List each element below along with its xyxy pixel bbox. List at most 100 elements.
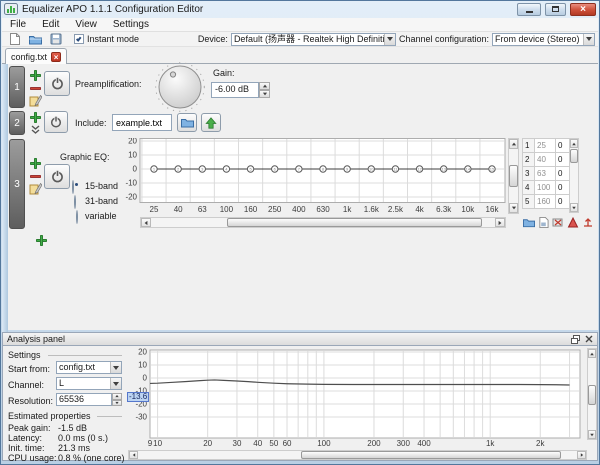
scroll-down-icon[interactable]	[588, 430, 596, 439]
radio-variable-label[interactable]: variable	[85, 211, 117, 221]
device-select[interactable]: Default (扬声器 - Realtek High Definition A…	[230, 32, 396, 46]
resolution-spinner[interactable]	[112, 393, 122, 406]
table-row: 1 25 0	[522, 138, 570, 153]
spin-down-icon[interactable]	[259, 90, 270, 98]
app-icon	[4, 3, 18, 15]
svg-text:10: 10	[138, 361, 147, 370]
include-label: Include:	[75, 118, 107, 128]
analysis-hscroll-thumb[interactable]	[301, 451, 561, 459]
row2-expand-icon[interactable]	[31, 125, 40, 134]
menu-edit[interactable]: Edit	[34, 19, 67, 30]
svg-text:30: 30	[233, 439, 242, 448]
svg-text:10: 10	[128, 151, 137, 160]
analysis-graph[interactable]: 20100-10-20-309 10 20 30 40 50 60 100 200 300 400 1…	[128, 347, 586, 449]
eq-band-table[interactable]: 1 25 0 2 40 0 3 63 0 4 100 0 5 160 0	[522, 138, 570, 209]
svg-text:0: 0	[133, 165, 138, 174]
row3-number[interactable]: 3	[9, 139, 25, 229]
scroll-down-icon[interactable]	[509, 203, 518, 213]
float-panel-icon[interactable]	[571, 334, 580, 344]
device-value: Default (扬声器 - Realtek High Definition A…	[233, 33, 384, 44]
eq-hscrollbar[interactable]	[140, 217, 506, 228]
invert-gains-button[interactable]	[552, 217, 564, 228]
tab-config-txt[interactable]: config.txt ×	[5, 48, 68, 64]
tab-close-button[interactable]: ×	[51, 51, 62, 62]
channel-select[interactable]: L	[56, 377, 122, 390]
menu-view[interactable]: View	[67, 19, 105, 30]
svg-text:12: 12	[417, 167, 422, 172]
row1-number[interactable]: 1	[9, 66, 25, 108]
scroll-up-icon[interactable]	[588, 349, 596, 358]
scroll-down-icon[interactable]	[570, 203, 578, 212]
maximize-button[interactable]	[545, 2, 566, 16]
table-vscrollbar[interactable]	[569, 138, 579, 213]
analysis-vscrollbar[interactable]	[587, 348, 597, 440]
svg-text:10: 10	[369, 167, 374, 172]
row3-power-button[interactable]	[44, 164, 70, 189]
save-file-button[interactable]	[47, 33, 65, 46]
normalize-gains-button[interactable]	[567, 217, 579, 228]
close-button[interactable]: ×	[570, 2, 596, 16]
table-row: 3 63 0	[522, 166, 570, 181]
scroll-right-icon[interactable]	[577, 451, 586, 459]
svg-text:60: 60	[283, 439, 292, 448]
scroll-left-icon[interactable]	[129, 451, 138, 459]
channel-config-select[interactable]: From device (Stereo)	[492, 32, 595, 46]
row2-power-button[interactable]	[44, 111, 68, 133]
gain-value[interactable]: -6.00 dB	[211, 82, 259, 98]
radio-31-band[interactable]	[74, 195, 76, 209]
start-from-select[interactable]: config.txt	[56, 361, 122, 374]
new-file-button[interactable]	[5, 33, 23, 46]
minimize-icon	[525, 10, 533, 13]
eq-vscrollbar[interactable]	[508, 138, 519, 214]
cpu-usage-value: 0.8 % (one core)	[58, 453, 125, 463]
radio-31-band-label[interactable]: 31-band	[85, 196, 118, 206]
spin-down-icon[interactable]	[112, 399, 122, 406]
resolution-spinbox[interactable]: 65536	[56, 393, 122, 406]
resolution-value[interactable]: 65536	[56, 393, 112, 406]
dropdown-arrow-icon	[383, 33, 395, 45]
row3-edit-icon[interactable]	[29, 182, 42, 195]
analysis-vscroll-thumb[interactable]	[588, 385, 596, 405]
analysis-panel-header[interactable]: Analysis panel	[2, 332, 598, 346]
row1-remove-filter-button[interactable]	[30, 87, 41, 90]
menu-settings[interactable]: Settings	[105, 19, 157, 30]
scroll-right-icon[interactable]	[495, 218, 505, 227]
gain-spinbox[interactable]: -6.00 dB	[211, 82, 270, 98]
row2-number[interactable]: 2	[9, 111, 25, 135]
eq-hscroll-thumb[interactable]	[227, 218, 482, 227]
cursor-marker-value: -13.6	[127, 392, 150, 402]
reset-gains-button[interactable]	[582, 217, 594, 228]
menu-file[interactable]: File	[2, 19, 34, 30]
row3-remove-filter-button[interactable]	[30, 175, 41, 178]
title-bar[interactable]: Equalizer APO 1.1.1 Configuration Editor…	[0, 0, 600, 18]
close-icon: ×	[580, 3, 586, 15]
include-browse-button[interactable]	[177, 113, 197, 132]
eq-graph[interactable]: 20100-10-2012524036341005160625074008630…	[118, 138, 508, 216]
open-file-button[interactable]	[26, 33, 44, 46]
include-file-input[interactable]	[112, 114, 172, 131]
radio-15-band[interactable]	[72, 180, 74, 194]
radio-variable[interactable]	[76, 210, 78, 224]
open-file-button[interactable]	[523, 217, 535, 228]
minimize-button[interactable]	[517, 2, 541, 16]
radio-15-band-label[interactable]: 15-band	[85, 181, 118, 191]
save-file-button[interactable]	[538, 217, 549, 228]
scroll-up-icon[interactable]	[570, 139, 578, 148]
scroll-up-icon[interactable]	[509, 139, 518, 149]
include-open-button[interactable]	[201, 113, 221, 132]
instant-mode-checkbox[interactable]	[74, 34, 84, 44]
row1-power-button[interactable]	[44, 71, 70, 96]
spin-up-icon[interactable]	[259, 82, 270, 90]
gain-label: Gain:	[213, 68, 235, 78]
gain-spinner[interactable]	[259, 82, 270, 98]
eq-vscroll-thumb[interactable]	[509, 165, 518, 187]
close-panel-icon[interactable]	[585, 335, 593, 343]
gain-knob[interactable]	[154, 61, 206, 113]
svg-text:-20: -20	[125, 193, 137, 202]
analysis-hscrollbar[interactable]	[128, 450, 587, 460]
channel-config-value: From device (Stereo)	[495, 33, 580, 44]
table-vscroll-thumb[interactable]	[570, 149, 578, 163]
table-row: 4 100 0	[522, 180, 570, 195]
row1-edit-icon[interactable]	[29, 94, 42, 107]
scroll-left-icon[interactable]	[141, 218, 151, 227]
